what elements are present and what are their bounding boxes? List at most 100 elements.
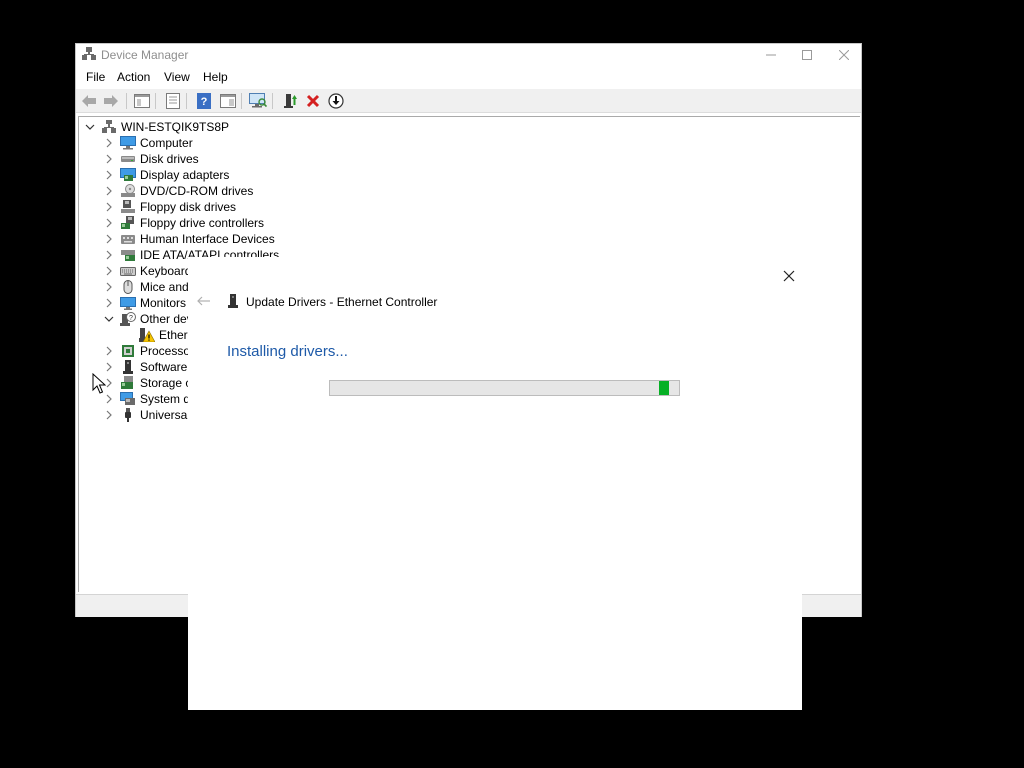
title-bar[interactable]: Device Manager — [76, 44, 861, 66]
expand-chevron[interactable] — [104, 362, 114, 372]
chevron-right-icon — [106, 298, 112, 308]
tree-category-item[interactable]: DVD/CD-ROM drives — [79, 183, 379, 199]
disable-device-icon — [328, 93, 344, 109]
dialog-title: Update Drivers - Ethernet Controller — [246, 295, 438, 309]
expand-chevron[interactable] — [104, 186, 114, 196]
disable-device-button[interactable] — [326, 91, 346, 111]
update-drivers-dialog: Update Drivers - Ethernet Controller Ins… — [188, 257, 802, 710]
chevron-right-icon — [106, 346, 112, 356]
tree-category-item[interactable]: Floppy drive controllers — [79, 215, 379, 231]
chevron-right-icon — [106, 202, 112, 212]
install-status-text: Installing drivers... — [227, 343, 348, 360]
disk-drive-icon — [121, 156, 135, 162]
maximize-icon — [802, 50, 812, 60]
tree-category-item[interactable]: Display adapters — [79, 167, 379, 183]
expand-chevron[interactable] — [104, 266, 114, 276]
maximize-button[interactable] — [789, 44, 825, 66]
uninstall-device-button[interactable] — [303, 91, 323, 111]
dvd-drive-icon — [121, 184, 135, 197]
svg-text:?: ? — [129, 315, 133, 322]
action-pane-button[interactable] — [218, 91, 238, 111]
expand-chevron[interactable] — [104, 202, 114, 212]
back-button[interactable] — [79, 91, 99, 111]
chevron-right-icon — [106, 410, 112, 420]
menu-action[interactable]: Action — [117, 70, 150, 84]
update-driver-icon — [284, 94, 297, 108]
chevron-down-icon — [85, 124, 95, 130]
close-button[interactable] — [826, 44, 862, 66]
expand-chevron[interactable] — [85, 122, 95, 132]
tree-item-label: Computer — [140, 136, 193, 150]
tree-item-label: Human Interface Devices — [140, 232, 275, 246]
expand-chevron[interactable] — [104, 394, 114, 404]
computer-icon — [120, 136, 136, 150]
tree-item-label: Monitors — [140, 296, 187, 310]
dialog-close-button[interactable] — [781, 268, 797, 284]
forward-button[interactable] — [101, 91, 121, 111]
expand-chevron[interactable] — [104, 282, 114, 292]
display-adapter-icon — [120, 168, 136, 181]
expand-chevron[interactable] — [104, 138, 114, 148]
menu-file[interactable]: File — [86, 70, 105, 84]
tree-category-item[interactable]: Disk drives — [79, 151, 379, 167]
chevron-right-icon — [106, 394, 112, 404]
tree-item-label: Floppy disk drives — [140, 200, 237, 214]
forward-arrow-icon — [104, 95, 118, 107]
update-driver-button[interactable] — [280, 91, 300, 111]
root-label: WIN-ESTQIK9TS8P — [121, 120, 230, 134]
tree-item-label: Floppy drive controllers — [140, 216, 265, 230]
expand-chevron[interactable] — [104, 154, 114, 164]
tree-category-item[interactable]: Floppy disk drives — [79, 199, 379, 215]
tree-category-item[interactable]: Computer — [79, 135, 379, 151]
toolbar: ? — [76, 89, 861, 113]
usb-icon — [125, 408, 131, 422]
collapse-chevron[interactable] — [104, 314, 114, 324]
mouse-icon — [123, 280, 133, 294]
chevron-right-icon — [106, 186, 112, 196]
show-hide-console-tree-icon — [134, 94, 150, 108]
chevron-right-icon — [106, 250, 112, 260]
expand-chevron[interactable] — [104, 298, 114, 308]
tree-root[interactable]: WIN-ESTQIK9TS8P — [79, 119, 379, 135]
dialog-back-button[interactable] — [196, 293, 212, 309]
svg-text:?: ? — [201, 96, 208, 108]
tree-item-label: Display adapters — [140, 168, 230, 182]
close-icon — [839, 50, 849, 60]
install-progress-bar — [329, 380, 680, 396]
software-device-icon — [123, 360, 133, 374]
window-title: Device Manager — [101, 48, 189, 62]
uninstall-device-icon — [306, 94, 320, 108]
toolbar-separator — [186, 93, 187, 109]
toolbar-separator — [272, 93, 273, 109]
expand-chevron[interactable] — [104, 346, 114, 356]
menu-help[interactable]: Help — [203, 70, 228, 84]
action-pane-icon — [220, 94, 236, 108]
tree-category-item[interactable]: Human Interface Devices — [79, 231, 379, 247]
monitor-icon — [120, 297, 136, 310]
expand-chevron[interactable] — [104, 218, 114, 228]
hid-icon — [121, 235, 135, 244]
processor-icon — [122, 345, 134, 357]
toolbar-separator — [241, 93, 242, 109]
properties-button[interactable] — [163, 91, 183, 111]
progress-fill — [659, 381, 669, 395]
chevron-right-icon — [106, 154, 112, 164]
expand-chevron[interactable] — [104, 250, 114, 260]
help-button[interactable]: ? — [194, 91, 214, 111]
computer-root-icon — [102, 120, 116, 133]
tree-item-label: Disk drives — [140, 152, 199, 166]
back-arrow-icon — [82, 95, 96, 107]
help-icon: ? — [197, 93, 211, 109]
floppy-controller-icon — [121, 216, 134, 229]
menu-view[interactable]: View — [164, 70, 190, 84]
mouse-cursor-icon — [92, 373, 106, 394]
expand-chevron[interactable] — [104, 410, 114, 420]
minimize-button[interactable] — [753, 44, 789, 66]
chevron-right-icon — [106, 218, 112, 228]
chevron-right-icon — [106, 170, 112, 180]
expand-chevron[interactable] — [104, 234, 114, 244]
scan-hardware-button[interactable] — [248, 91, 268, 111]
expand-chevron[interactable] — [104, 170, 114, 180]
keyboard-icon — [120, 267, 136, 276]
show-hide-console-tree-button[interactable] — [132, 91, 152, 111]
